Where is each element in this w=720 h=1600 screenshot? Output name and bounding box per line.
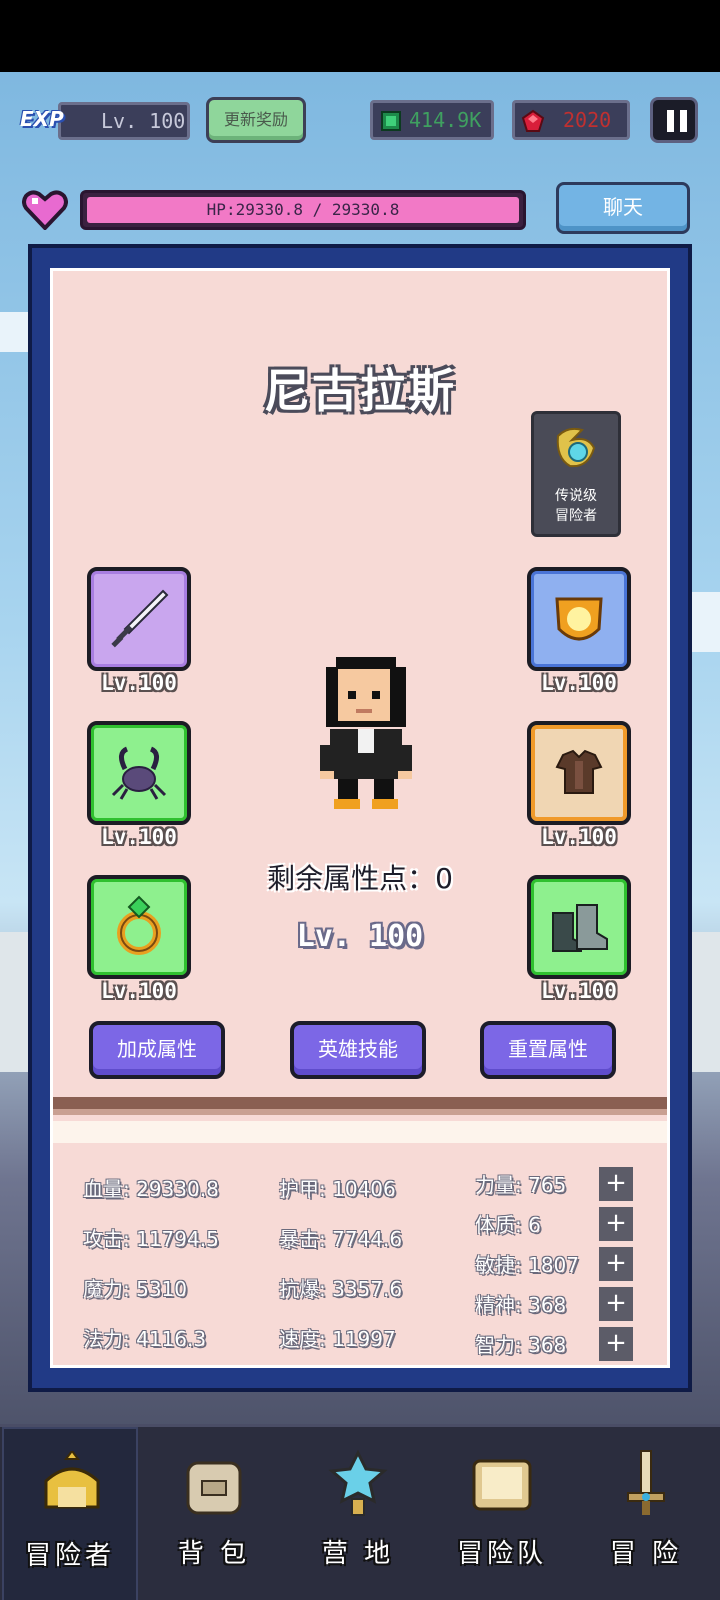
pause-icon (667, 110, 674, 132)
remaining-attribute-points: 剩余属性点：0 (267, 862, 453, 895)
hp-text: HP:29330.8 / 29330.8 (206, 200, 400, 219)
backpack-icon (186, 1461, 242, 1515)
stat-anti-crit: 抗爆: 3357.6 (279, 1277, 403, 1301)
hero-panel: 尼古拉斯 传说级 冒险者 Lv.100 Lv.100 Lv.100 Lv.100… (28, 244, 692, 1392)
stat-armor: 护甲: 10406 (279, 1177, 396, 1201)
stat-magic: 魔力: 5310 (83, 1277, 187, 1301)
stat-crit: 暴击: 7744.6 (279, 1227, 403, 1251)
armor-level: Lv.100 (541, 825, 617, 849)
legendary-emblem-icon (556, 427, 596, 468)
helmet-slot[interactable] (527, 567, 631, 671)
exp-icon: EXP (20, 107, 64, 131)
stat-spirit: 精神: 368 (475, 1293, 567, 1317)
hero-skills-button[interactable]: 英雄技能 (290, 1021, 426, 1079)
nav-camp-label: 营 地 (321, 1539, 395, 1569)
team-book-icon (472, 1459, 532, 1511)
sword-icon (111, 589, 169, 648)
bottom-nav: 冒险者 背 包 营 地 冒险队 冒 险 (0, 1424, 720, 1600)
armor-slot[interactable] (527, 721, 631, 825)
exp-level-badge: EXP Lv. 100 (20, 102, 190, 140)
ruby-amount: 2020 (563, 108, 612, 132)
bonus-attributes-button[interactable]: 加成属性 (89, 1021, 225, 1079)
stat-attack: 攻击: 11794.5 (83, 1227, 219, 1251)
hero-level: Lv. 100 (296, 919, 424, 954)
camp-trophy-icon (328, 1449, 388, 1516)
gem-counter: 414.9K (370, 100, 494, 140)
nav-adventure[interactable]: 冒 险 (578, 1427, 714, 1600)
rank-badge[interactable]: 传说级 冒险者 (531, 411, 621, 537)
gem-amount: 414.9K (409, 108, 482, 132)
ring-level: Lv.100 (101, 979, 177, 1003)
stat-intellect: 智力: 368 (475, 1333, 567, 1357)
ruby-counter: 2020 (512, 100, 630, 140)
nav-adventure-label: 冒 险 (609, 1539, 683, 1569)
add-intellect-button[interactable]: + (599, 1327, 633, 1361)
beetle-pet-icon (111, 746, 167, 800)
weapon-slot[interactable] (87, 567, 191, 671)
green-gem-icon (381, 111, 401, 131)
pet-slot[interactable] (87, 721, 191, 825)
golden-shield-icon (555, 597, 603, 641)
reset-attributes-button[interactable]: 重置属性 (480, 1021, 616, 1079)
update-reward-button[interactable]: 更新奖励 (206, 97, 306, 143)
nav-backpack-label: 背 包 (177, 1539, 251, 1569)
crown-helmet-icon (44, 1451, 100, 1509)
nav-adventurer[interactable]: 冒险者 (2, 1427, 138, 1600)
adventure-sword-icon (627, 1450, 665, 1515)
weapon-level: Lv.100 (101, 671, 177, 695)
stat-speed: 速度: 11997 (279, 1327, 396, 1351)
boots-level: Lv.100 (541, 979, 617, 1003)
stat-strength: 力量: 765 (475, 1173, 567, 1197)
heart-icon (22, 190, 68, 230)
rank-line-1: 传说级 (555, 488, 597, 504)
hero-panel-body: 尼古拉斯 传说级 冒险者 Lv.100 Lv.100 Lv.100 Lv.100… (50, 268, 670, 1368)
nav-adventurer-label: 冒险者 (24, 1541, 115, 1571)
pet-level: Lv.100 (101, 825, 177, 849)
panel-band (53, 1121, 667, 1143)
hp-bar: HP:29330.8 / 29330.8 (80, 190, 526, 230)
nav-team-label: 冒险队 (456, 1539, 547, 1569)
chat-button[interactable]: 聊天 (556, 182, 690, 234)
stat-agility: 敏捷: 1807 (475, 1253, 579, 1277)
nav-camp[interactable]: 营 地 (290, 1427, 426, 1600)
add-agility-button[interactable]: + (599, 1247, 633, 1281)
nav-backpack[interactable]: 背 包 (146, 1427, 282, 1600)
player-level: Lv. 100 (58, 102, 190, 140)
stat-constitution: 体质: 6 (475, 1213, 541, 1237)
helmet-level: Lv.100 (541, 671, 617, 695)
add-strength-button[interactable]: + (599, 1167, 633, 1201)
add-constitution-button[interactable]: + (599, 1207, 633, 1241)
panel-divider (53, 1097, 667, 1115)
nav-team[interactable]: 冒险队 (434, 1427, 570, 1600)
stat-spell: 法力: 4116.3 (83, 1327, 207, 1351)
stat-hp: 血量: 29330.8 (83, 1177, 219, 1201)
hero-avatar (320, 657, 412, 809)
chest-armor-icon (555, 749, 603, 794)
pause-button[interactable] (650, 97, 698, 143)
add-spirit-button[interactable]: + (599, 1287, 633, 1321)
ruby-icon (521, 109, 545, 132)
rank-line-2: 冒险者 (555, 508, 597, 524)
